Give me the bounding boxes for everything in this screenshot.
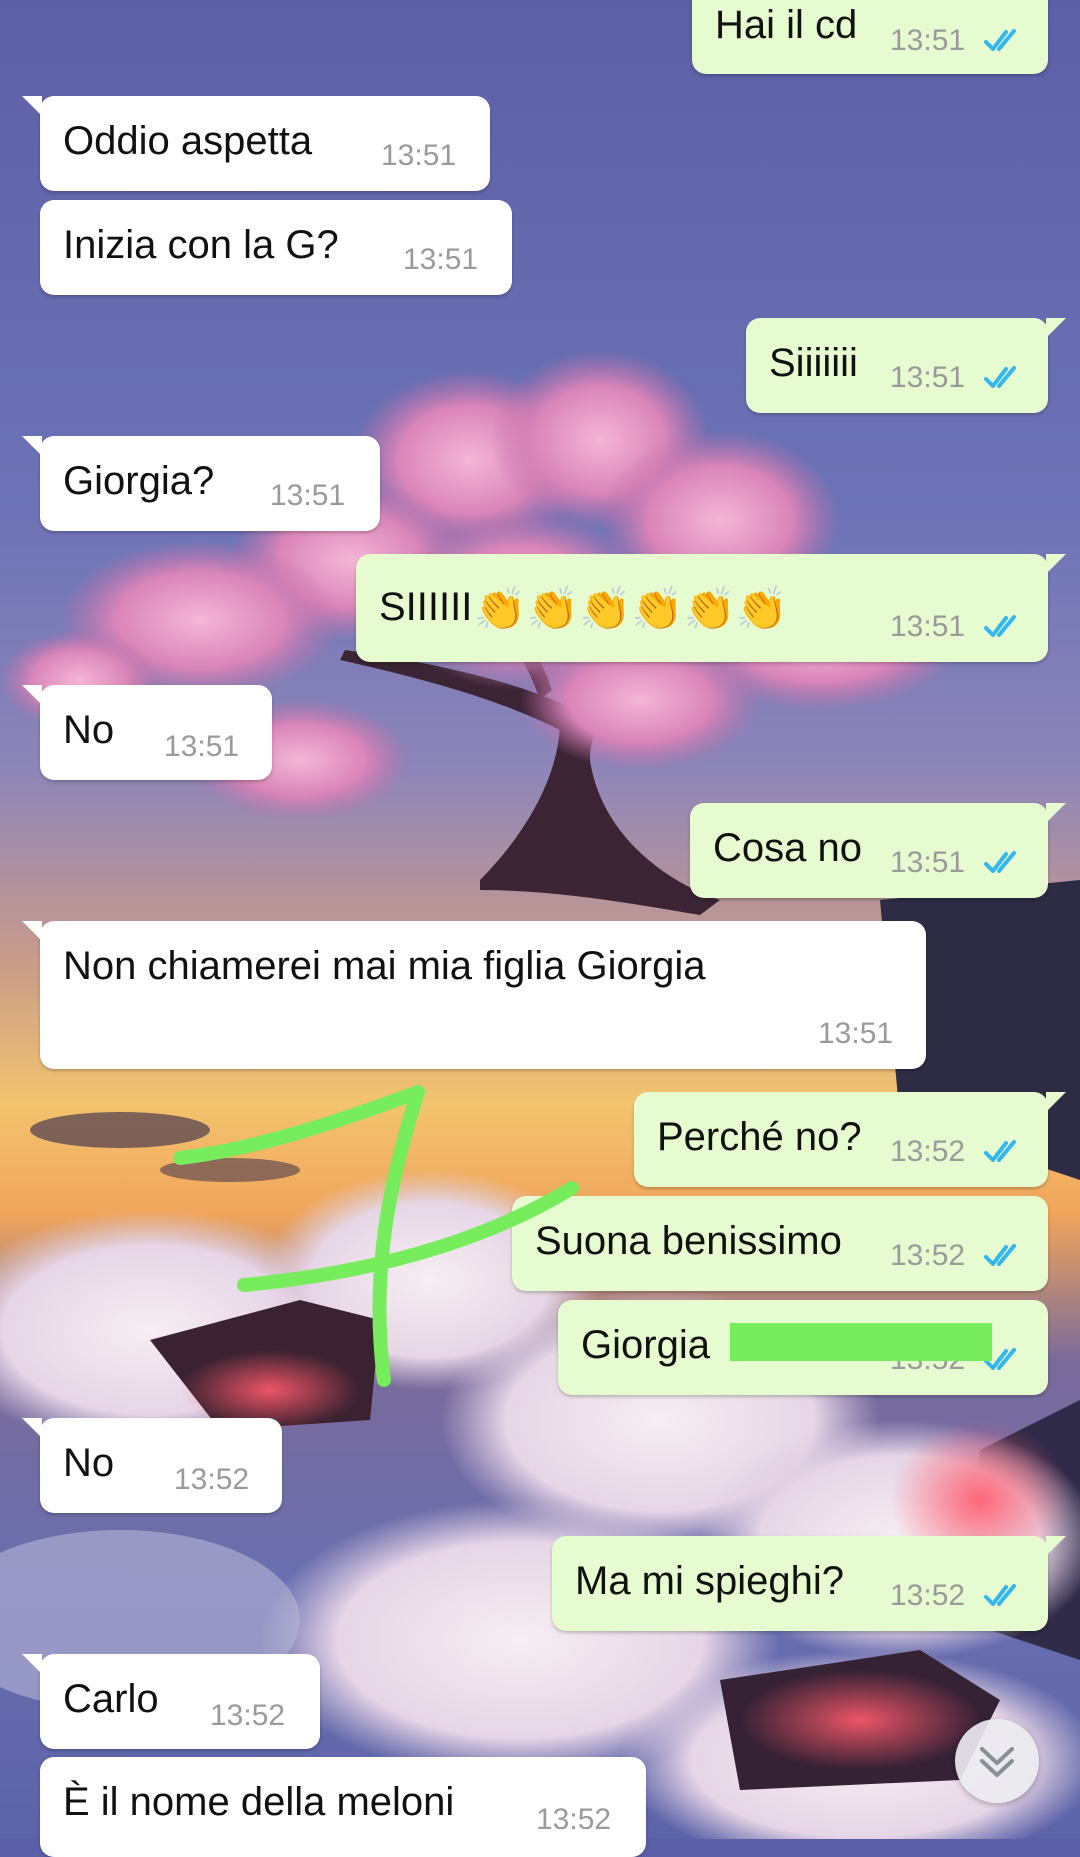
message-time: 13:52 [536, 1803, 612, 1836]
message-bubble-outgoing[interactable]: Perché no? 13:52 [634, 1092, 1066, 1187]
message-text: Giorgia? [63, 459, 215, 503]
message-text: È il nome della meloni [63, 1780, 455, 1824]
double-check-icon [984, 366, 1016, 388]
message-text-part: SIIIIII [379, 585, 473, 629]
message-time: 13:51 [818, 1017, 894, 1050]
message-time: 13:51 [890, 24, 966, 57]
bubble-tail [22, 1418, 42, 1438]
message-time: 13:51 [890, 361, 966, 394]
message-text: Suona benissimo [535, 1219, 842, 1263]
message-bubble-incoming[interactable]: No 13:52 [22, 1418, 282, 1513]
message-text: Perché no? [657, 1115, 862, 1159]
double-check-icon [984, 1244, 1016, 1266]
message-time: 13:52 [890, 1239, 966, 1272]
message-time: 13:51 [403, 243, 479, 276]
bubble-tail [1046, 318, 1066, 338]
message-bubble-incoming[interactable]: È il nome della meloni 13:52 [40, 1757, 646, 1857]
message-bubble-incoming[interactable]: Non chiamerei mai mia figlia Giorgia 13:… [22, 921, 926, 1069]
message-time: 13:52 [890, 1579, 966, 1612]
message-text: Ma mi spieghi? [575, 1559, 845, 1603]
message-time: 13:51 [381, 139, 457, 172]
double-check-icon [984, 851, 1016, 873]
bubble-tail [22, 436, 42, 456]
message-time: 13:51 [164, 730, 240, 763]
double-check-icon [984, 29, 1016, 51]
bubble-tail [1046, 1536, 1066, 1556]
scroll-to-bottom-button[interactable] [955, 1719, 1039, 1803]
message-text: Oddio aspetta [63, 119, 313, 163]
bubble-tail [1046, 554, 1066, 574]
message-bubble-outgoing[interactable]: SIIIIII👏👏👏👏👏👏 13:51 [356, 554, 1066, 662]
redaction-bar [730, 1323, 992, 1361]
message-bubble-incoming[interactable]: Carlo 13:52 [22, 1654, 320, 1749]
message-bubble-outgoing[interactable]: Giorgia 13:52 [558, 1300, 1048, 1395]
bubble-tail [22, 921, 42, 941]
message-bubble-incoming[interactable]: Oddio aspetta 13:51 [22, 96, 490, 191]
message-text: Giorgia [581, 1323, 710, 1367]
message-text: Non chiamerei mai mia figlia Giorgia [63, 944, 706, 988]
bubble-tail [22, 1654, 42, 1674]
message-text: Siiiiiii [769, 341, 858, 385]
message-bubble-outgoing[interactable]: Siiiiiii 13:51 [746, 318, 1066, 413]
message-time: 13:52 [210, 1699, 286, 1732]
message-text: Cosa no [713, 826, 862, 870]
message-time: 13:51 [890, 846, 966, 879]
double-check-icon [984, 1584, 1016, 1606]
message-text: SIIIIII👏👏👏👏👏👏 [379, 584, 788, 632]
message-time: 13:51 [890, 610, 966, 643]
clapping-hands-emoji: 👏👏👏👏👏👏 [474, 585, 789, 633]
message-text: No [63, 1441, 115, 1485]
message-time: 13:52 [890, 1135, 966, 1168]
message-bubble-outgoing[interactable]: Suona benissimo 13:52 [512, 1196, 1048, 1291]
message-text: Inizia con la G? [63, 223, 339, 267]
message-time: 13:51 [270, 479, 346, 512]
message-bubble-incoming[interactable]: No 13:51 [22, 685, 272, 780]
message-bubble-outgoing[interactable]: Hai il cd 13:51 [692, 0, 1048, 74]
message-bubble-outgoing[interactable]: Cosa no 13:51 [690, 803, 1066, 898]
chevron-double-down-icon [980, 1747, 1014, 1777]
message-text: Hai il cd [715, 3, 858, 47]
message-text: Carlo [63, 1677, 159, 1721]
bubble-tail [22, 96, 42, 116]
bubble-tail [22, 685, 42, 705]
message-bubble-incoming[interactable]: Giorgia? 13:51 [22, 436, 380, 531]
message-time: 13:52 [174, 1463, 250, 1496]
message-text: No [63, 708, 115, 752]
bubble-tail [1046, 1092, 1066, 1112]
double-check-icon [984, 615, 1016, 637]
bubble-tail [1046, 803, 1066, 823]
message-bubble-outgoing[interactable]: Ma mi spieghi? 13:52 [552, 1536, 1066, 1631]
double-check-icon [984, 1140, 1016, 1162]
message-bubble-incoming[interactable]: Inizia con la G? 13:51 [40, 200, 512, 295]
